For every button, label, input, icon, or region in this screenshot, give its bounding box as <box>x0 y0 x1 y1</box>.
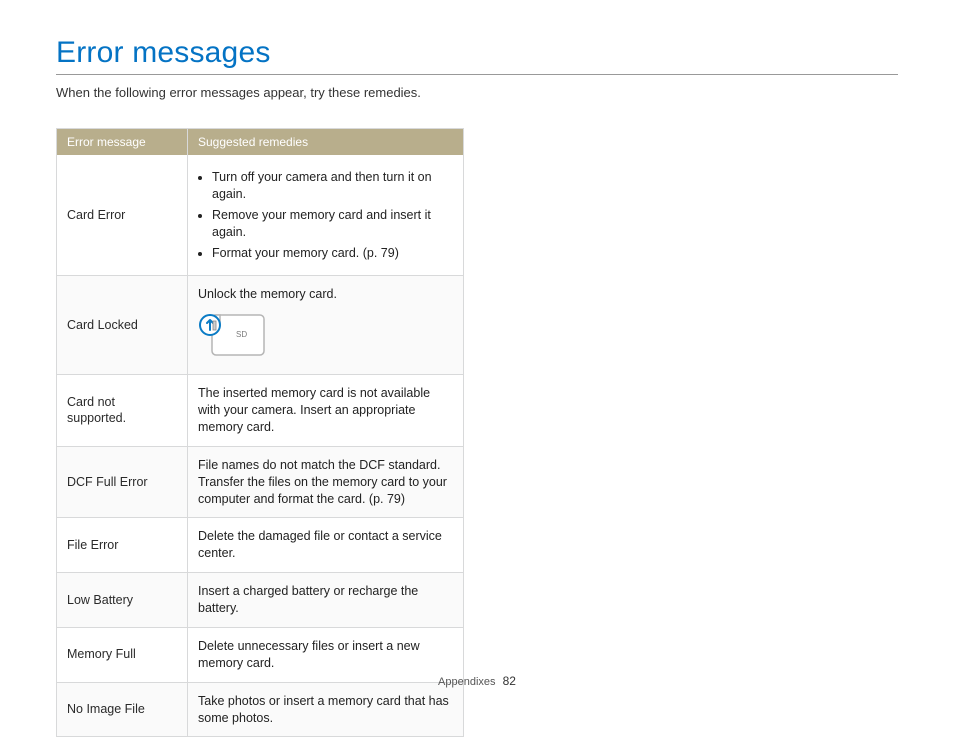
remedy-item: Remove your memory card and insert it ag… <box>212 207 453 241</box>
footer-section: Appendixes <box>438 676 496 688</box>
table-row: Card not supported. The inserted memory … <box>57 375 464 447</box>
error-table: Error message Suggested remedies Card Er… <box>56 128 464 737</box>
sd-label: SD <box>236 330 247 339</box>
remedy-list: Turn off your camera and then turn it on… <box>198 169 453 261</box>
table-row: DCF Full Error File names do not match t… <box>57 446 464 518</box>
cell-error-message: No Image File <box>57 682 188 737</box>
table-row: Card Error Turn off your camera and then… <box>57 155 464 276</box>
remedy-item: Turn off your camera and then turn it on… <box>212 169 453 203</box>
header-suggested-remedies: Suggested remedies <box>188 129 464 156</box>
cell-error-message: DCF Full Error <box>57 446 188 518</box>
table-header-row: Error message Suggested remedies <box>57 129 464 156</box>
cell-error-message: Card Error <box>57 155 188 276</box>
cell-remedy: The inserted memory card is not availabl… <box>188 375 464 447</box>
table-row: No Image File Take photos or insert a me… <box>57 682 464 737</box>
title-divider <box>56 74 898 75</box>
table-row: Low Battery Insert a charged battery or … <box>57 573 464 628</box>
intro-text: When the following error messages appear… <box>56 85 898 100</box>
cell-error-message: File Error <box>57 518 188 573</box>
cell-error-message: Card Locked <box>57 276 188 375</box>
cell-remedy: Take photos or insert a memory card that… <box>188 682 464 737</box>
footer-page-number: 82 <box>503 674 516 688</box>
remedy-text: Unlock the memory card. <box>198 286 453 303</box>
cell-remedy: File names do not match the DCF standard… <box>188 446 464 518</box>
sd-card-icon: SD <box>198 309 268 364</box>
page-title: Error messages <box>56 36 898 70</box>
remedy-item: Format your memory card. (p. 79) <box>212 245 453 262</box>
cell-error-message: Low Battery <box>57 573 188 628</box>
page-footer: Appendixes 82 <box>0 674 954 688</box>
cell-remedy: Turn off your camera and then turn it on… <box>188 155 464 276</box>
table-row: Card Locked Unlock the memory card. SD <box>57 276 464 375</box>
header-error-message: Error message <box>57 129 188 156</box>
cell-remedy: Insert a charged battery or recharge the… <box>188 573 464 628</box>
cell-remedy: Unlock the memory card. SD <box>188 276 464 375</box>
cell-error-message: Card not supported. <box>57 375 188 447</box>
table-row: File Error Delete the damaged file or co… <box>57 518 464 573</box>
cell-remedy: Delete the damaged file or contact a ser… <box>188 518 464 573</box>
